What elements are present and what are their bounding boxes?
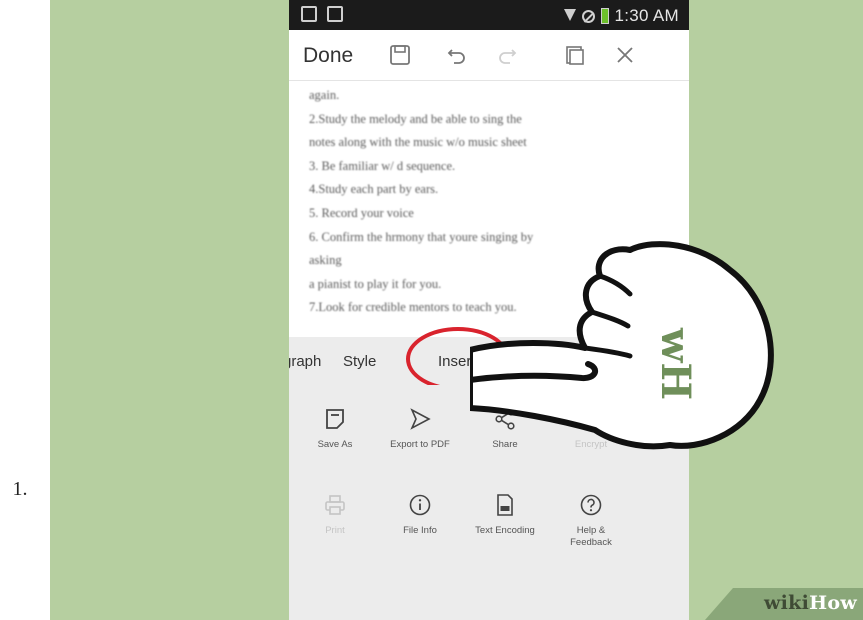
status-bar: 1:30 AM bbox=[289, 0, 689, 30]
save-as-icon bbox=[326, 409, 344, 429]
wikihow-logo: wH bbox=[652, 327, 699, 400]
document-line: notes along with the music w/o music she… bbox=[309, 135, 527, 150]
help-label-line2: Feedback bbox=[570, 537, 612, 548]
wifi-icon bbox=[563, 9, 576, 23]
text-encoding-button[interactable]: Text Encoding bbox=[459, 493, 551, 537]
close-icon[interactable] bbox=[614, 44, 636, 66]
export-pdf-label: Export to PDF bbox=[390, 439, 450, 450]
no-sound-icon bbox=[581, 9, 595, 23]
text-encoding-label: Text Encoding bbox=[475, 525, 535, 536]
illustration-background: 1:30 AM Done again. 2.Study the melody a… bbox=[50, 0, 863, 620]
undo-icon[interactable] bbox=[446, 44, 468, 66]
status-time: 1:30 AM bbox=[614, 6, 679, 25]
save-as-label: Save As bbox=[317, 439, 353, 450]
done-button[interactable]: Done bbox=[303, 44, 353, 68]
text-encoding-icon bbox=[497, 494, 513, 516]
watermark-how: How bbox=[809, 592, 857, 614]
tab-paragraph[interactable]: graph bbox=[289, 353, 321, 370]
page-view-icon[interactable] bbox=[564, 44, 586, 66]
file-info-label: File Info bbox=[403, 525, 437, 536]
save-icon[interactable] bbox=[389, 44, 411, 66]
watermark-wiki: wiki bbox=[763, 592, 810, 614]
wikihow-watermark: wikiHow bbox=[705, 588, 863, 620]
list-number: 1. bbox=[12, 478, 28, 500]
editor-toolbar: Done bbox=[289, 30, 689, 81]
image-icon bbox=[327, 6, 343, 22]
pointing-hand-illustration: wH bbox=[470, 241, 774, 450]
send-icon bbox=[410, 408, 431, 430]
print-label: Print bbox=[325, 525, 345, 536]
info-icon bbox=[409, 494, 431, 516]
document-line: 4.Study each part by ears. bbox=[309, 182, 439, 197]
help-icon bbox=[580, 494, 602, 516]
save-as-button[interactable]: Save As bbox=[289, 407, 381, 451]
printer-icon bbox=[325, 495, 345, 515]
print-button[interactable]: Print bbox=[289, 493, 381, 537]
document-line: again. bbox=[309, 88, 340, 102]
notification-icon bbox=[301, 6, 317, 22]
help-feedback-button[interactable]: Help & Feedback bbox=[545, 493, 637, 549]
file-info-button[interactable]: File Info bbox=[374, 493, 466, 537]
help-label-line1: Help & bbox=[576, 525, 606, 536]
document-line: 2.Study the melody and be able to sing t… bbox=[309, 111, 522, 126]
document-line: 5. Record your voice bbox=[309, 205, 414, 220]
tab-style[interactable]: Style bbox=[343, 353, 376, 370]
document-line: 3. Be familiar w/ d sequence. bbox=[309, 158, 456, 173]
battery-icon bbox=[600, 8, 609, 24]
export-pdf-button[interactable]: Export to PDF bbox=[374, 407, 466, 451]
redo-icon[interactable] bbox=[496, 44, 518, 66]
